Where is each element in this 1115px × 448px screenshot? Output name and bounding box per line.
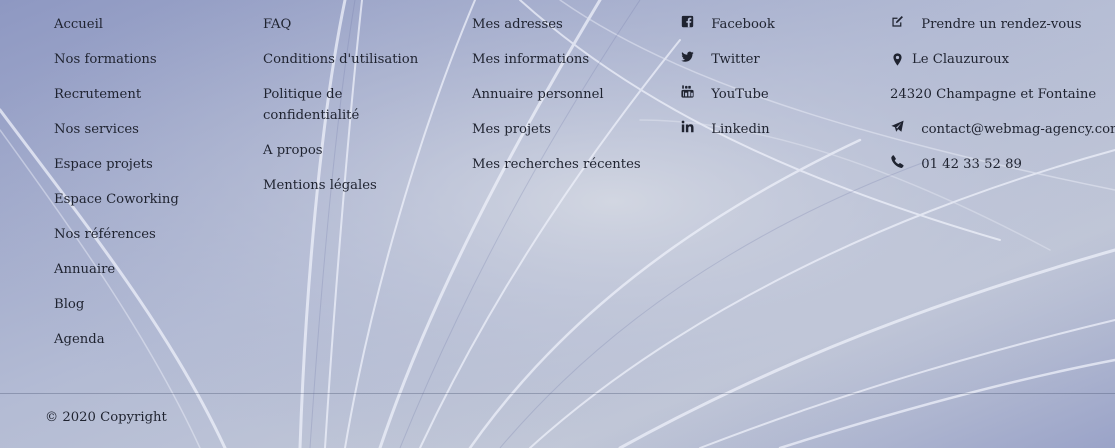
footer-link-recrutement[interactable]: Recrutement bbox=[54, 84, 179, 105]
footer-link-politique-confidentialite[interactable]: Politique de confidentialité bbox=[263, 84, 413, 126]
footer-link-nos-formations[interactable]: Nos formations bbox=[54, 49, 179, 70]
footer-link-annuaire[interactable]: Annuaire bbox=[54, 259, 179, 280]
footer-nav-legal: FAQ Conditions d'utilisation Politique d… bbox=[263, 14, 418, 210]
footer-link-mes-informations[interactable]: Mes informations bbox=[472, 49, 641, 70]
social-link-linkedin[interactable]: Linkedin bbox=[680, 119, 775, 140]
footer-nav-account: Mes adresses Mes informations Annuaire p… bbox=[472, 14, 641, 189]
footer-link-annuaire-personnel[interactable]: Annuaire personnel bbox=[472, 84, 641, 105]
map-marker-icon bbox=[890, 53, 904, 67]
email-link[interactable]: contact@webmag-agency.com bbox=[890, 119, 1115, 140]
footer-social-links: Facebook Twitter YouTube Linkedin bbox=[680, 14, 775, 154]
appointment-label: Prendre un rendez-vous bbox=[921, 17, 1082, 32]
footer-link-conditions[interactable]: Conditions d'utilisation bbox=[263, 49, 418, 70]
email-text: contact@webmag-agency.com bbox=[921, 122, 1115, 137]
social-link-twitter[interactable]: Twitter bbox=[680, 49, 775, 70]
phone-icon bbox=[890, 155, 904, 169]
youtube-icon bbox=[680, 85, 694, 99]
footer-link-faq[interactable]: FAQ bbox=[263, 14, 418, 35]
social-label-youtube: YouTube bbox=[711, 87, 769, 102]
social-label-facebook: Facebook bbox=[711, 17, 775, 32]
address-line-2-text: 24320 Champagne et Fontaine bbox=[890, 87, 1097, 102]
copyright-text: © 2020 Copyright bbox=[45, 410, 167, 425]
footer-link-accueil[interactable]: Accueil bbox=[54, 14, 179, 35]
footer-link-agenda[interactable]: Agenda bbox=[54, 329, 179, 350]
footer-nav-main: Accueil Nos formations Recrutement Nos s… bbox=[54, 14, 179, 364]
linkedin-icon bbox=[680, 120, 694, 134]
facebook-icon bbox=[680, 15, 694, 29]
footer-link-nos-references[interactable]: Nos références bbox=[54, 224, 179, 245]
phone-link[interactable]: 01 42 33 52 89 bbox=[890, 154, 1115, 175]
site-footer: Accueil Nos formations Recrutement Nos s… bbox=[0, 0, 1115, 448]
social-label-linkedin: Linkedin bbox=[711, 122, 770, 137]
address-line-1: Le Clauzuroux bbox=[890, 49, 1115, 70]
footer-link-espace-coworking[interactable]: Espace Coworking bbox=[54, 189, 179, 210]
edit-icon bbox=[890, 15, 904, 29]
footer-link-espace-projets[interactable]: Espace projets bbox=[54, 154, 179, 175]
footer-link-a-propos[interactable]: A propos bbox=[263, 140, 418, 161]
phone-text: 01 42 33 52 89 bbox=[921, 157, 1022, 172]
footer-link-mes-recherches[interactable]: Mes recherches récentes bbox=[472, 154, 641, 175]
footer-contact: Prendre un rendez-vous Le Clauzuroux 243… bbox=[890, 14, 1115, 189]
footer-link-nos-services[interactable]: Nos services bbox=[54, 119, 179, 140]
paper-plane-icon bbox=[890, 120, 904, 134]
footer-link-mes-adresses[interactable]: Mes adresses bbox=[472, 14, 641, 35]
address-line-2: 24320 Champagne et Fontaine bbox=[890, 84, 1115, 105]
social-link-facebook[interactable]: Facebook bbox=[680, 14, 775, 35]
social-label-twitter: Twitter bbox=[711, 52, 760, 67]
footer-link-mentions-legales[interactable]: Mentions légales bbox=[263, 175, 418, 196]
footer-divider bbox=[0, 393, 1115, 394]
footer-link-blog[interactable]: Blog bbox=[54, 294, 179, 315]
footer-link-mes-projets[interactable]: Mes projets bbox=[472, 119, 641, 140]
social-link-youtube[interactable]: YouTube bbox=[680, 84, 775, 105]
twitter-icon bbox=[680, 50, 694, 64]
appointment-link[interactable]: Prendre un rendez-vous bbox=[890, 14, 1115, 35]
address-line-1-text: Le Clauzuroux bbox=[912, 52, 1010, 67]
